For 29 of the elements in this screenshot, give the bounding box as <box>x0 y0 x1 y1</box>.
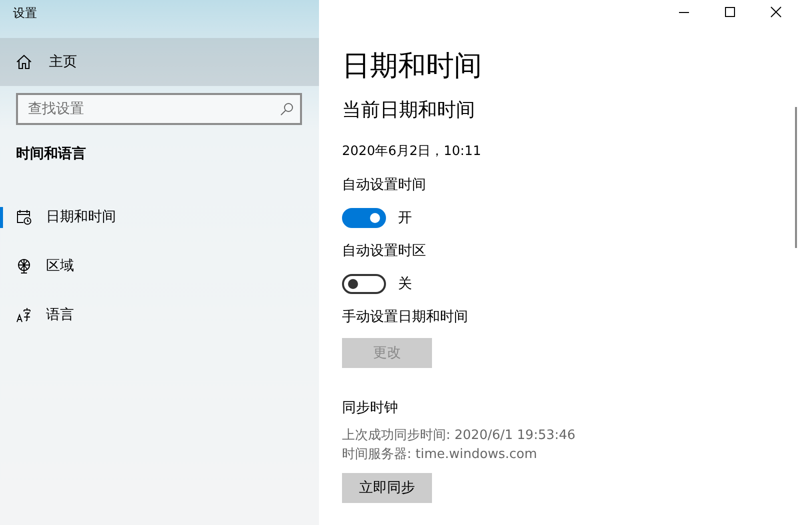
time-server-text: 时间服务器: time.windows.com <box>342 446 538 464</box>
toggle-switch[interactable] <box>342 208 386 228</box>
sync-now-button[interactable]: 立即同步 <box>342 473 432 503</box>
home-nav-item[interactable]: 主页 <box>0 38 319 86</box>
search-icon <box>280 102 294 116</box>
setting-label: 自动设置时区 <box>342 242 427 261</box>
nav-item[interactable]: 区域 <box>0 241 319 290</box>
section-heading: 当前日期和时间 <box>342 98 476 123</box>
calendar-clock-icon <box>16 208 32 224</box>
current-date-time: 2020年6月2日，10:11 <box>342 143 482 161</box>
nav-item[interactable]: 语言 <box>0 290 319 339</box>
setting-label: 自动设置时间 <box>342 176 427 195</box>
window-title: 设置 <box>12 5 38 22</box>
category-heading: 时间和语言 <box>15 144 87 164</box>
scrollbar[interactable] <box>795 107 797 248</box>
page-title: 日期和时间 <box>342 48 483 84</box>
nav-item[interactable]: 日期和时间 <box>0 192 319 241</box>
search-field[interactable]: 查找设置 <box>16 93 302 125</box>
close-icon[interactable] <box>770 6 782 18</box>
toggle-state: 关 <box>398 275 412 293</box>
toggle-switch[interactable] <box>342 274 386 294</box>
language-icon <box>16 306 32 322</box>
globe-icon <box>16 258 32 274</box>
setting-label: 手动设置日期和时间 <box>342 308 469 327</box>
last-sync-text: 上次成功同步时间: 2020/6/1 19:53:46 <box>342 427 576 445</box>
home-icon <box>16 54 32 70</box>
toggle-state: 开 <box>398 209 412 227</box>
section-heading: 同步时钟 <box>342 399 399 418</box>
maximize-icon[interactable] <box>724 6 736 18</box>
